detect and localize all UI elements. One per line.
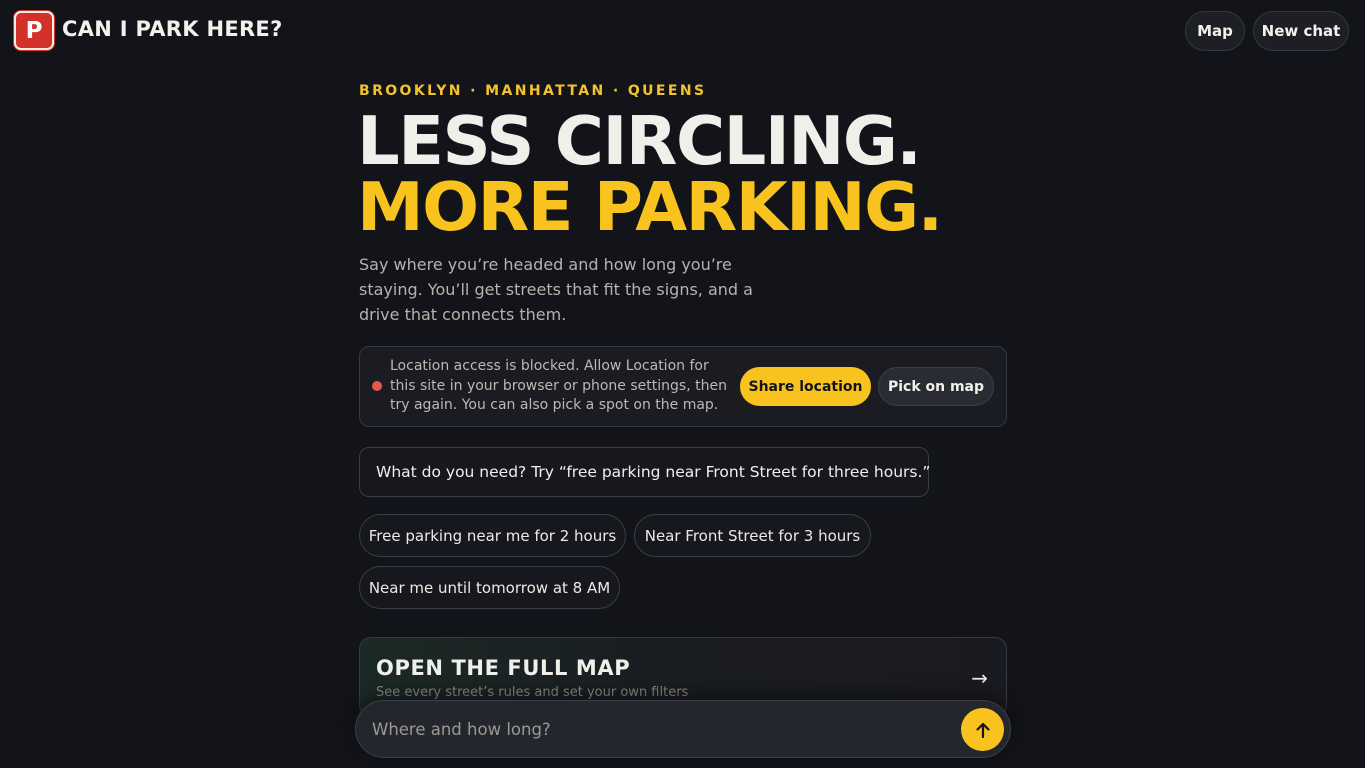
top-bar: P CAN I PARK HERE? Map New chat [0,0,1365,62]
app-title[interactable]: CAN I PARK HERE? [62,17,283,41]
prompt-hint: What do you need? Try “free parking near… [359,447,930,497]
chat-composer [355,700,1011,758]
suggestion-chip[interactable]: Near me until tomorrow at 8 AM [359,566,620,609]
message-input[interactable] [372,701,942,757]
share-location-button[interactable]: Share location [740,367,871,406]
hero-subtitle: Say where you’re headed and how long you… [359,255,753,324]
pick-on-map-button[interactable]: Pick on map [878,367,994,406]
map-card-subtitle: See every street’s rules and set your ow… [376,685,689,700]
hero-headline-line1: LESS CIRCLING. [357,102,922,180]
alert-message: Location access is blocked. Allow Locati… [390,358,727,413]
suggestion-chip[interactable]: Free parking near me for 2 hours [359,514,626,557]
map-button[interactable]: Map [1185,11,1245,51]
location-blocked-alert: Location access is blocked. Allow Locati… [359,346,1007,427]
new-chat-button[interactable]: New chat [1253,11,1349,51]
error-status-dot-icon [372,381,382,391]
map-card-title: OPEN THE FULL MAP [376,656,631,680]
send-button[interactable] [961,708,1004,751]
suggestion-chip[interactable]: Near Front Street for 3 hours [634,514,871,557]
arrow-up-icon [975,722,990,738]
arrow-right-icon: → [971,666,988,690]
parking-logo-icon[interactable]: P [14,11,54,50]
boroughs-eyebrow: BROOKLYN · MANHATTAN · QUEENS [359,83,707,99]
hero-headline-line2: MORE PARKING. [357,168,943,246]
